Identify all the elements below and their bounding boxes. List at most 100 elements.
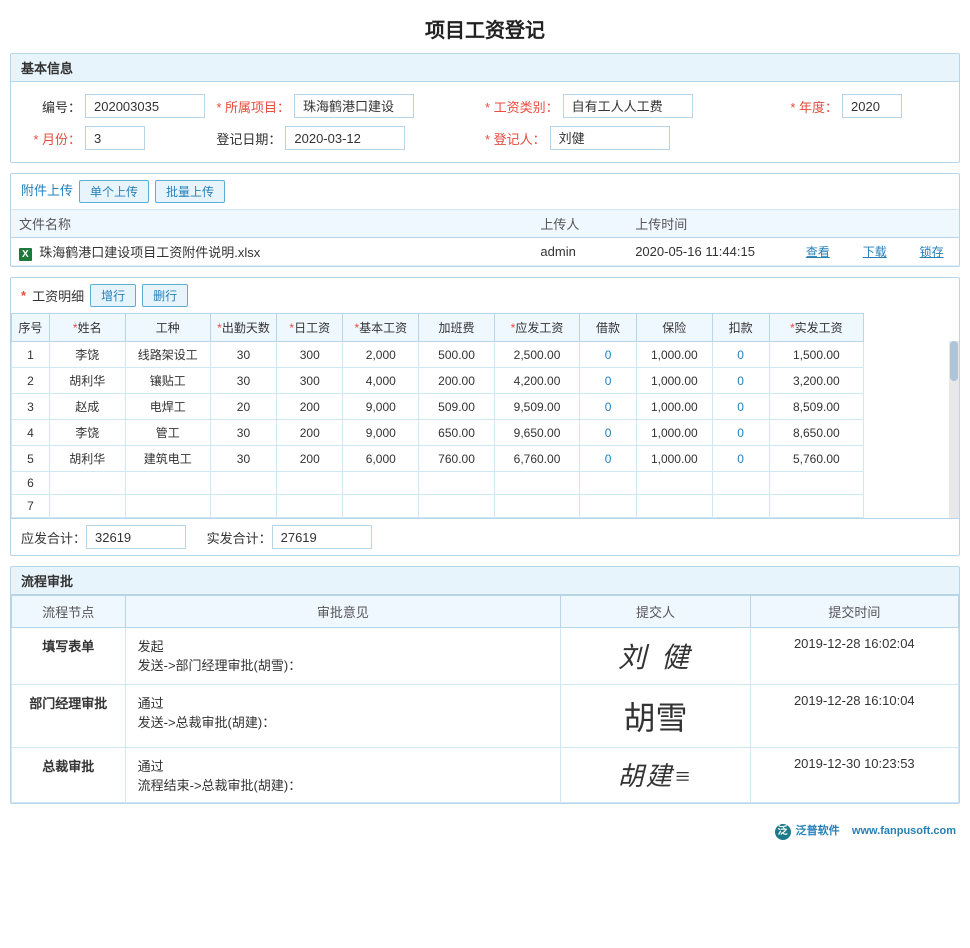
- wage-cell-2: 镶贴工: [125, 368, 210, 394]
- form-row-2: * 月份： 3 登记日期： 2020-03-12 * 登记人： 刘健: [11, 122, 959, 154]
- wage-cell-0: 4: [12, 420, 50, 446]
- label-year: * 年度：: [778, 97, 838, 116]
- wage-toolbar: * 工资明细 增行 删行: [11, 278, 959, 313]
- wage-cell-9: 1,000.00: [636, 394, 712, 420]
- actual-summary-label: 实发合计：: [207, 528, 272, 547]
- value-bianho: 202003035: [85, 94, 205, 118]
- wage-cell-6: 500.00: [419, 342, 495, 368]
- col-comment: 审批意见: [125, 596, 561, 628]
- attachment-section: 附件上传 单个上传 批量上传 文件名称 上传人 上传时间 X 珠海鹤港口建设项目…: [10, 173, 960, 267]
- scrollbar-thumb: [950, 341, 958, 381]
- attachment-row: X 珠海鹤港口建设项目工资附件说明.xlsx admin 2020-05-16 …: [11, 238, 959, 266]
- wage-row: 2胡利华镶贴工303004,000200.004,200.0001,000.00…: [12, 368, 959, 394]
- due-summary-value: 32619: [86, 525, 186, 549]
- wage-row: 4李饶管工302009,000650.009,650.0001,000.0008…: [12, 420, 959, 446]
- wage-cell-5: [343, 472, 419, 495]
- wage-cell-5: 4,000: [343, 368, 419, 394]
- col-filename: 文件名称: [11, 210, 532, 238]
- wage-cell-10: 0: [712, 420, 769, 446]
- wage-cell-1: 李饶: [49, 420, 125, 446]
- wage-cell-11: 8,509.00: [769, 394, 864, 420]
- value-registrar: 刘健: [550, 126, 670, 150]
- col-actual: *实发工资: [769, 314, 864, 342]
- wage-cell-0: 6: [12, 472, 50, 495]
- wage-cell-7: 9,650.00: [494, 420, 579, 446]
- col-submitter: 提交人: [561, 596, 750, 628]
- delete-row-button[interactable]: 删行: [142, 284, 188, 307]
- wage-cell-1: [49, 472, 125, 495]
- approval-submitter: 胡雪: [561, 685, 750, 748]
- add-row-button[interactable]: 增行: [90, 284, 136, 307]
- attachment-upload-time: 2020-05-16 11:44:15: [627, 238, 798, 266]
- wage-cell-1: 胡利华: [49, 368, 125, 394]
- wage-cell-0: 7: [12, 495, 50, 518]
- wage-cell-3: [210, 472, 276, 495]
- basic-info-header: 基本信息: [11, 54, 959, 82]
- wage-cell-2: 电焊工: [125, 394, 210, 420]
- approval-row: 总裁审批通过流程结束->总裁审批(胡建)：胡建≡2019-12-30 10:23…: [12, 748, 959, 803]
- wage-row: 1李饶线路架设工303002,000500.002,500.0001,000.0…: [12, 342, 959, 368]
- value-project: 珠海鹤港口建设: [294, 94, 414, 118]
- footer: 泛 泛普软件 www.fanpusoft.com: [0, 814, 970, 848]
- summary-row: 应发合计： 32619 实发合计： 27619: [11, 518, 959, 555]
- label-regdate: 登记日期：: [216, 129, 281, 148]
- col-daily: *日工资: [277, 314, 343, 342]
- wage-cell-2: [125, 472, 210, 495]
- approval-node: 填写表单: [12, 628, 126, 685]
- wage-cell-4: 300: [277, 368, 343, 394]
- approval-submitter: 胡建≡: [561, 748, 750, 803]
- wage-cell-8: 0: [580, 342, 637, 368]
- wage-table-scrollbar[interactable]: [949, 341, 959, 518]
- wage-cell-7: 4,200.00: [494, 368, 579, 394]
- wage-cell-8: 0: [580, 368, 637, 394]
- batch-upload-button[interactable]: 批量上传: [155, 180, 225, 203]
- wage-cell-9: [636, 472, 712, 495]
- wage-cell-9: 1,000.00: [636, 446, 712, 472]
- wage-cell-11: 5,760.00: [769, 446, 864, 472]
- brand-icon: 泛: [775, 824, 791, 840]
- wage-cell-4: [277, 472, 343, 495]
- col-action1: [798, 210, 855, 238]
- wage-cell-6: 760.00: [419, 446, 495, 472]
- summary-spacer: [392, 525, 949, 549]
- footer-url: www.fanpusoft.com: [852, 825, 956, 837]
- wage-cell-6: 200.00: [419, 368, 495, 394]
- wage-cell-10: 0: [712, 394, 769, 420]
- label-project: * 所属项目：: [216, 97, 290, 116]
- wage-cell-7: 6,760.00: [494, 446, 579, 472]
- wage-table: 序号 *姓名 工种 *出勤天数 *日工资 *基本工资 加班费 *应发工资 借款 …: [11, 313, 959, 518]
- wage-cell-2: 线路架设工: [125, 342, 210, 368]
- col-uploadtime: 上传时间: [627, 210, 798, 238]
- wage-row: 6: [12, 472, 959, 495]
- single-upload-button[interactable]: 单个上传: [79, 180, 149, 203]
- wage-cell-0: 3: [12, 394, 50, 420]
- wage-row: 3赵成电焊工202009,000509.009,509.0001,000.000…: [12, 394, 959, 420]
- wage-cell-7: [494, 472, 579, 495]
- wage-cell-0: 1: [12, 342, 50, 368]
- wage-cell-3: 20: [210, 394, 276, 420]
- value-year: 2020: [842, 94, 902, 118]
- download-button[interactable]: 下载: [863, 245, 887, 259]
- actual-summary-value: 27619: [272, 525, 372, 549]
- wage-cell-6: 509.00: [419, 394, 495, 420]
- col-type: 工种: [125, 314, 210, 342]
- col-action2: [855, 210, 912, 238]
- page-title: 项目工资登记: [0, 0, 970, 53]
- wage-cell-8: 0: [580, 420, 637, 446]
- col-uploader: 上传人: [532, 210, 627, 238]
- wage-cell-9: 1,000.00: [636, 342, 712, 368]
- wage-cell-5: 2,000: [343, 342, 419, 368]
- wage-cell-11: 3,200.00: [769, 368, 864, 394]
- wage-cell-5: 6,000: [343, 446, 419, 472]
- wage-cell-2: 建筑电工: [125, 446, 210, 472]
- wage-cell-5: 9,000: [343, 394, 419, 420]
- approval-node: 部门经理审批: [12, 685, 126, 748]
- col-action3: [912, 210, 959, 238]
- wage-section-star: *: [21, 288, 26, 303]
- lock-button[interactable]: 锁存: [920, 245, 944, 259]
- view-button[interactable]: 查看: [806, 245, 830, 259]
- wage-cell-3: 30: [210, 368, 276, 394]
- wage-cell-1: 赵成: [49, 394, 125, 420]
- wage-table-wrap: 序号 *姓名 工种 *出勤天数 *日工资 *基本工资 加班费 *应发工资 借款 …: [11, 313, 959, 518]
- wage-cell-10: 0: [712, 342, 769, 368]
